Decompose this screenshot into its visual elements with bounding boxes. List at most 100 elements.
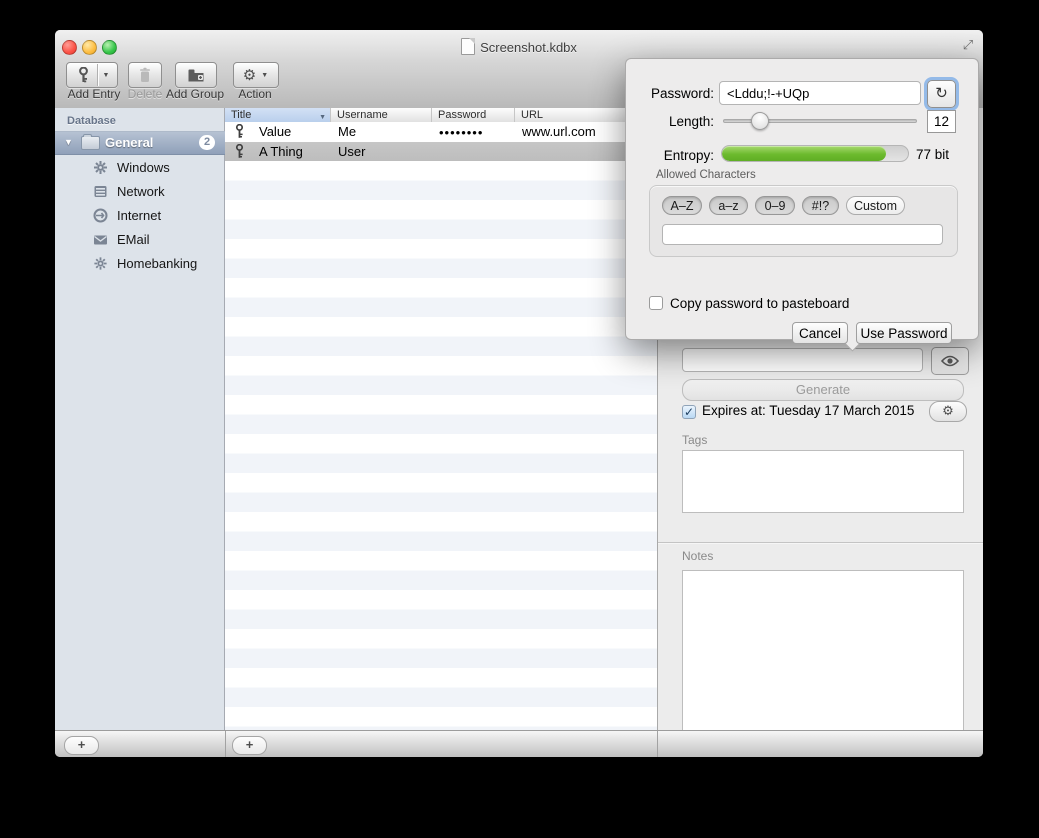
- fullscreen-icon[interactable]: ⤢: [960, 37, 976, 53]
- globe-icon: [93, 208, 108, 223]
- sidebar-item-network[interactable]: Network: [55, 182, 225, 201]
- column-header-title[interactable]: Title ▼: [225, 108, 331, 122]
- entry-count-badge: 2: [199, 135, 215, 150]
- charset-lowercase-toggle[interactable]: a–z: [709, 196, 748, 215]
- notes-label: Notes: [682, 549, 713, 563]
- custom-characters-input[interactable]: [662, 224, 943, 245]
- expires-checkbox[interactable]: ✓: [682, 405, 696, 419]
- sidebar-item-label: Homebanking: [117, 256, 197, 271]
- length-slider[interactable]: [723, 119, 917, 123]
- add-entry-button[interactable]: ▼: [66, 62, 118, 88]
- trash-icon: [138, 67, 152, 83]
- entropy-bar: [721, 145, 909, 162]
- charset-symbols-toggle[interactable]: #!?: [802, 196, 839, 215]
- add-entry-footer-button[interactable]: +: [232, 736, 267, 755]
- folder-plus-icon: [187, 68, 205, 83]
- sidebar-item-internet[interactable]: Internet: [55, 206, 225, 225]
- delete-label: Delete: [125, 87, 165, 101]
- charset-uppercase-toggle[interactable]: A–Z: [662, 196, 702, 215]
- action-label: Action: [233, 87, 277, 101]
- section-divider: [658, 542, 983, 543]
- app-window: Screenshot.kdbx ⤢ ▼ Add Entry Delete Add…: [55, 30, 983, 757]
- slider-knob[interactable]: [751, 112, 769, 130]
- column-header-url[interactable]: URL: [515, 108, 640, 122]
- add-group-footer-button[interactable]: +: [64, 736, 99, 755]
- password-label: Password:: [630, 86, 714, 101]
- sidebar-group-general[interactable]: ▼ General 2: [55, 131, 225, 155]
- sidebar-section-header: Database: [67, 115, 116, 127]
- entry-password-input[interactable]: [682, 348, 923, 372]
- envelope-icon: [93, 232, 108, 247]
- document-icon: [461, 38, 475, 55]
- charset-digits-toggle[interactable]: 0–9: [755, 196, 795, 215]
- cell-title: Value: [259, 124, 329, 139]
- column-header-username[interactable]: Username: [331, 108, 432, 122]
- server-icon: [93, 184, 108, 199]
- sidebar-item-label: EMail: [117, 232, 150, 247]
- divider: [657, 731, 658, 757]
- generated-password-input[interactable]: [719, 81, 921, 105]
- tags-field[interactable]: [682, 450, 964, 513]
- disclosure-triangle-icon[interactable]: ▼: [64, 137, 73, 147]
- cell-username: Me: [338, 124, 430, 139]
- expires-row: ✓ Expires at: Tuesday 17 March 2015 ⚙: [682, 403, 982, 423]
- sidebar-item-windows[interactable]: Windows: [55, 158, 225, 177]
- entry-table: Title ▼ Username Password URL Notes Valu…: [225, 108, 657, 730]
- chevron-down-icon[interactable]: ▼: [256, 72, 273, 79]
- gear-icon: [93, 256, 108, 271]
- generate-button[interactable]: Generate: [682, 379, 964, 401]
- refresh-icon: ↻: [935, 85, 948, 102]
- window-title: Screenshot.kdbx: [55, 38, 983, 55]
- key-icon: [235, 124, 244, 139]
- key-icon: [70, 67, 97, 83]
- charset-custom-toggle[interactable]: Custom: [846, 196, 905, 215]
- sidebar-item-label: Windows: [117, 160, 170, 175]
- cancel-button[interactable]: Cancel: [792, 322, 848, 344]
- add-entry-label: Add Entry: [63, 87, 125, 101]
- cell-password: ••••••••: [439, 124, 515, 141]
- folder-icon: [81, 136, 100, 150]
- gear-icon: ⚙: [239, 66, 256, 84]
- column-header-password[interactable]: Password: [432, 108, 515, 122]
- reveal-password-button[interactable]: [931, 347, 969, 375]
- refresh-password-button[interactable]: ↻: [927, 80, 956, 108]
- add-group-button[interactable]: [175, 62, 217, 88]
- entropy-label: Entropy:: [630, 148, 714, 163]
- cell-title: A Thing: [259, 144, 329, 159]
- table-header: Title ▼ Username Password URL Notes: [225, 108, 657, 123]
- allowed-characters-label: Allowed Characters: [656, 169, 756, 181]
- sort-indicator-icon: ▼: [319, 111, 326, 122]
- sidebar-item-email[interactable]: EMail: [55, 230, 225, 249]
- copy-password-label: Copy password to pasteboard: [670, 296, 849, 311]
- table-row-selected[interactable]: A Thing User: [225, 142, 657, 162]
- key-icon: [235, 144, 244, 159]
- table-row[interactable]: Value Me •••••••• www.url.com: [225, 122, 657, 142]
- action-button[interactable]: ⚙ ▼: [233, 62, 279, 88]
- sidebar-group-label: General: [105, 135, 153, 150]
- copy-password-row: Copy password to pasteboard: [649, 296, 663, 312]
- sidebar-item-label: Internet: [117, 208, 161, 223]
- length-value[interactable]: 12: [927, 110, 956, 133]
- entropy-fill: [722, 146, 886, 161]
- entropy-value: 77 bit: [916, 147, 949, 162]
- expires-label: Expires at: Tuesday 17 March 2015: [702, 403, 914, 418]
- sidebar-item-homebanking[interactable]: Homebanking: [55, 254, 225, 273]
- notes-field[interactable]: [682, 570, 964, 755]
- sidebar-item-label: Network: [117, 184, 165, 199]
- password-generator-popover: Password: ↻ Length: 12 Entropy: 77 bit A…: [625, 58, 979, 340]
- delete-button[interactable]: [128, 62, 162, 88]
- length-label: Length:: [630, 114, 714, 129]
- cell-url: www.url.com: [522, 124, 640, 139]
- add-group-label: Add Group: [163, 87, 227, 101]
- allowed-characters-box: A–Z a–z 0–9 #!? Custom: [649, 185, 958, 257]
- tags-label: Tags: [682, 433, 707, 447]
- expires-gear-button[interactable]: ⚙: [929, 401, 967, 422]
- copy-password-checkbox[interactable]: [649, 296, 663, 310]
- sidebar: Database ▼ General 2 Windows Network Int…: [55, 108, 225, 730]
- bottom-bar: + +: [55, 730, 983, 757]
- eye-icon: [941, 355, 959, 367]
- cell-username: User: [338, 144, 430, 159]
- chevron-down-icon[interactable]: ▼: [98, 72, 115, 79]
- gear-icon: [93, 160, 108, 175]
- use-password-button[interactable]: Use Password: [856, 322, 952, 344]
